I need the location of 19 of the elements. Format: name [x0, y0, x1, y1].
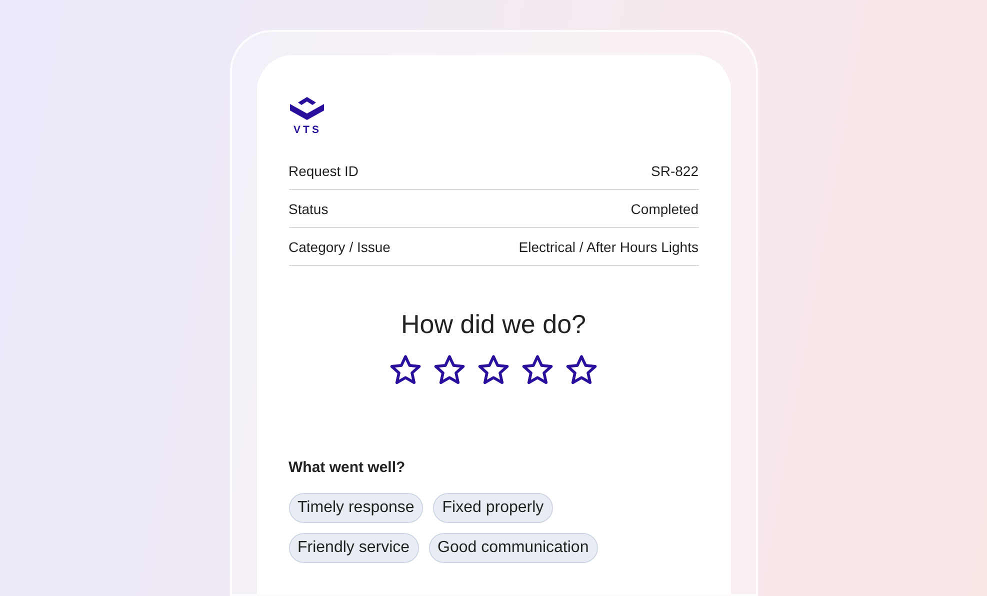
star-icon[interactable] — [520, 352, 555, 386]
detail-value: Electrical / After Hours Lights — [518, 238, 698, 256]
feedback-heading: What went well? — [288, 458, 406, 478]
logo-text: VTS — [294, 125, 322, 136]
star-icon[interactable] — [564, 352, 599, 386]
star-icon[interactable] — [432, 352, 467, 386]
rating-question: How did we do? — [400, 308, 587, 340]
feedback-tag[interactable]: Fixed properly — [433, 493, 553, 523]
star-icon[interactable] — [388, 352, 423, 386]
feedback-tag[interactable]: Timely response — [288, 493, 424, 523]
logo-icon — [290, 97, 324, 121]
detail-value: Completed — [630, 200, 698, 218]
detail-label: Request ID — [288, 162, 359, 180]
detail-value: SR-822 — [651, 162, 698, 180]
detail-label: Category / Issue — [288, 238, 390, 256]
detail-label: Status — [288, 200, 328, 218]
feedback-tag[interactable]: Good communication — [428, 533, 598, 563]
feedback-tag[interactable]: Friendly service — [288, 533, 419, 563]
star-icon[interactable] — [476, 352, 511, 386]
